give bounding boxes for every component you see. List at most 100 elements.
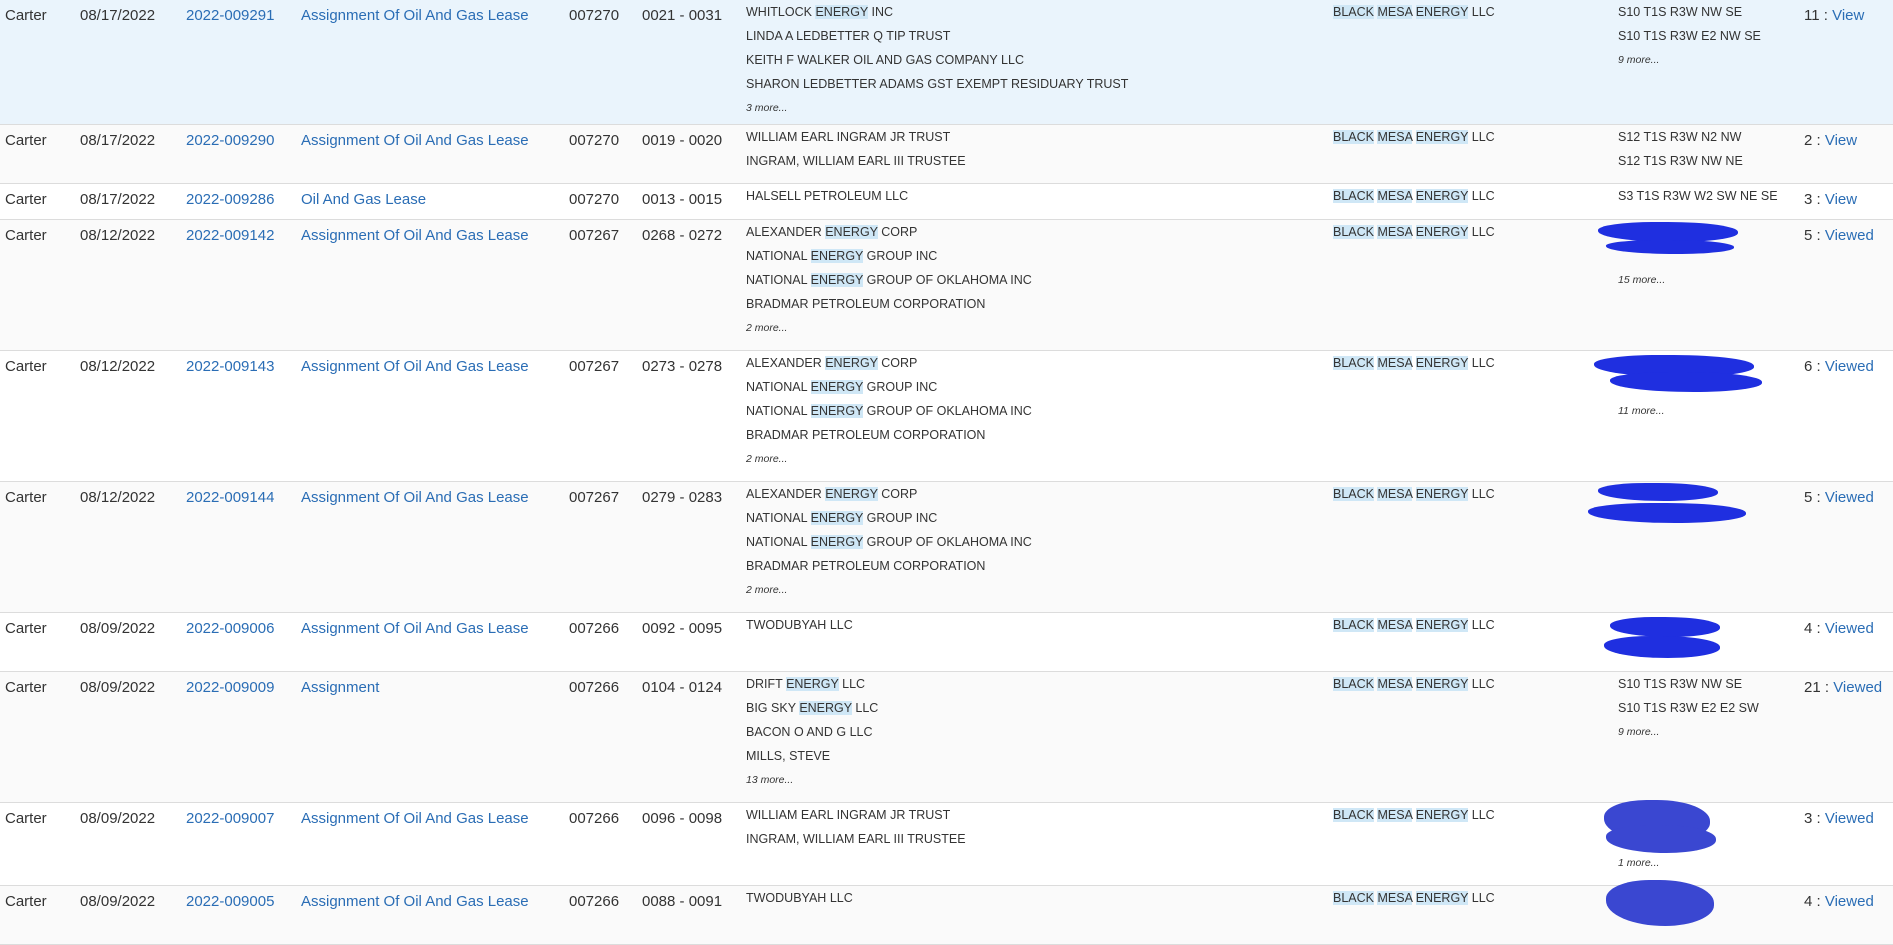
grantee-name: BLACK MESA ENERGY LLC [1333,891,1495,905]
grantor-name: LINDA A LEDBETTER Q TIP TRUST [746,29,951,43]
instrument-type-link[interactable]: Oil And Gas Lease [301,188,426,212]
grantee-name: BLACK MESA ENERGY LLC [1333,677,1495,691]
page-count-view: 4 : Viewed [1804,620,1874,637]
grantor-name: ALEXANDER ENERGY CORP [746,487,918,501]
instrument-number-link[interactable]: 2022-009286 [186,188,274,212]
instrument-number-link[interactable]: 2022-009291 [186,4,274,28]
book-cell: 007266 [569,679,620,696]
instrument-type-link[interactable]: Assignment Of Oil And Gas Lease [301,617,529,641]
county-cell: Carter [5,620,47,637]
grantor-name: MILLS, STEVE [746,749,831,763]
instrument-number-link[interactable]: 2022-009290 [186,129,274,153]
instrument-number-link[interactable]: 2022-009009 [186,676,274,700]
table-row[interactable]: Carter 08/17/2022 2022-009286 Oil And Gas L… [0,184,1893,220]
page-count-view: 4 : Viewed [1804,893,1874,910]
view-document-link[interactable]: Viewed [1825,358,1874,375]
instrument-number-link[interactable]: 2022-009007 [186,807,274,831]
grantor-more-link[interactable]: 2 more... [746,316,1032,340]
page-count: 6 [1804,358,1813,375]
recorded-date-cell: 08/17/2022 [80,132,156,149]
book-cell: 007266 [569,810,620,827]
grantee-list: BLACK MESA ENERGY LLC [1333,803,1495,827]
grantor-name: WILLIAM EARL INGRAM JR TRUST [746,808,951,822]
grantor-name: BRADMAR PETROLEUM CORPORATION [746,559,986,573]
grantor-list: WILLIAM EARL INGRAM JR TRUST INGRAM, WILL… [746,803,966,851]
book-cell: 007270 [569,191,620,208]
table-row[interactable]: Carter 08/12/2022 2022-009142 Assignment Of… [0,220,1893,351]
instrument-type-link[interactable]: Assignment Of Oil And Gas Lease [301,807,529,831]
grantee-list: BLACK MESA ENERGY LLC [1333,125,1495,149]
view-document-link[interactable]: View [1825,191,1857,208]
county-cell: Carter [5,489,47,506]
grantor-name: ALEXANDER ENERGY CORP [746,225,918,239]
view-document-link[interactable]: View [1825,132,1857,149]
legal-more-link[interactable]: 9 more... [1618,720,1759,744]
table-row[interactable]: Carter 08/12/2022 2022-009144 Assignment Of… [0,482,1893,613]
page-count-view: 6 : Viewed [1804,358,1874,375]
instrument-type-link[interactable]: Assignment Of Oil And Gas Lease [301,890,529,914]
instrument-type-link[interactable]: Assignment Of Oil And Gas Lease [301,355,529,379]
view-document-link[interactable]: Viewed [1825,810,1874,827]
grantor-more-link[interactable]: 13 more... [746,768,878,792]
pages-cell: 0268 - 0272 [642,227,723,244]
table-row[interactable]: Carter 08/17/2022 2022-009290 Assignment Of… [0,125,1893,184]
grantor-more-link[interactable]: 2 more... [746,447,1032,471]
grantee-list: BLACK MESA ENERGY LLC [1333,672,1495,696]
pages-cell: 0279 - 0283 [642,489,723,506]
page-count: 5 [1804,227,1813,244]
page-count-view: 5 : Viewed [1804,227,1874,244]
county-cell: Carter [5,7,47,24]
book-cell: 007270 [569,132,620,149]
view-document-link[interactable]: Viewed [1825,227,1874,244]
recorded-date-cell: 08/09/2022 [80,893,156,910]
view-document-link[interactable]: Viewed [1833,679,1882,696]
table-row[interactable]: Carter 08/17/2022 2022-009291 Assignment Of… [0,0,1893,125]
grantee-list: BLACK MESA ENERGY LLC [1333,886,1495,910]
instrument-number-link[interactable]: 2022-009006 [186,617,274,641]
legal-more-link[interactable]: 15 more... [1618,268,1665,292]
instrument-number-link[interactable]: 2022-009144 [186,486,274,510]
book-cell: 007270 [569,7,620,24]
view-document-link[interactable]: View [1832,7,1864,24]
book-cell: 007266 [569,620,620,637]
grantor-name: HALSELL PETROLEUM LLC [746,189,909,203]
instrument-type-link[interactable]: Assignment Of Oil And Gas Lease [301,224,529,248]
grantor-name: WILLIAM EARL INGRAM JR TRUST [746,130,951,144]
legal-description: S10 T1S R3W E2 E2 SW [1618,701,1759,715]
instrument-number-link[interactable]: 2022-009143 [186,355,274,379]
legal-more-link[interactable]: 1 more... [1618,851,1659,875]
county-cell: Carter [5,227,47,244]
grantor-more-link[interactable]: 2 more... [746,578,1032,602]
grantor-list: ALEXANDER ENERGY CORP NATIONAL ENERGY GRO… [746,482,1032,602]
book-cell: 007267 [569,489,620,506]
recorded-date-cell: 08/12/2022 [80,358,156,375]
county-cell: Carter [5,810,47,827]
grantor-more-link[interactable]: 3 more... [746,96,1128,120]
legal-description: S3 T1S R3W W2 SW NE SE [1618,189,1778,203]
view-document-link[interactable]: Viewed [1825,893,1874,910]
table-row[interactable]: Carter 08/09/2022 2022-009009 Assignment 007… [0,672,1893,803]
recorded-date-cell: 08/09/2022 [80,679,156,696]
instrument-type-link[interactable]: Assignment Of Oil And Gas Lease [301,4,529,28]
grantee-name: BLACK MESA ENERGY LLC [1333,130,1495,144]
pages-cell: 0019 - 0020 [642,132,723,149]
instrument-type-link[interactable]: Assignment Of Oil And Gas Lease [301,486,529,510]
legal-more-link[interactable]: 9 more... [1618,48,1761,72]
county-cell: Carter [5,679,47,696]
instrument-type-link[interactable]: Assignment [301,676,379,700]
legal-more-link[interactable]: 11 more... [1618,399,1665,423]
legal-description: S10 T1S R3W NW SE [1618,677,1743,691]
legal-description-list: S3 T1S R3W W2 SW NE SE [1618,184,1778,208]
page-count: 21 [1804,679,1821,696]
grantor-name: INGRAM, WILLIAM EARL III TRUSTEE [746,832,966,846]
page-count: 3 [1804,191,1813,208]
grantor-name: BIG SKY ENERGY LLC [746,701,879,715]
grantor-list: ALEXANDER ENERGY CORP NATIONAL ENERGY GRO… [746,351,1032,471]
instrument-type-link[interactable]: Assignment Of Oil And Gas Lease [301,129,529,153]
instrument-number-link[interactable]: 2022-009005 [186,890,274,914]
legal-description-list: S12 T1S R3W N2 NW S12 T1S R3W NW NE [1618,125,1743,173]
view-document-link[interactable]: Viewed [1825,620,1874,637]
instrument-number-link[interactable]: 2022-009142 [186,224,274,248]
view-document-link[interactable]: Viewed [1825,489,1874,506]
recorded-date-cell: 08/17/2022 [80,7,156,24]
